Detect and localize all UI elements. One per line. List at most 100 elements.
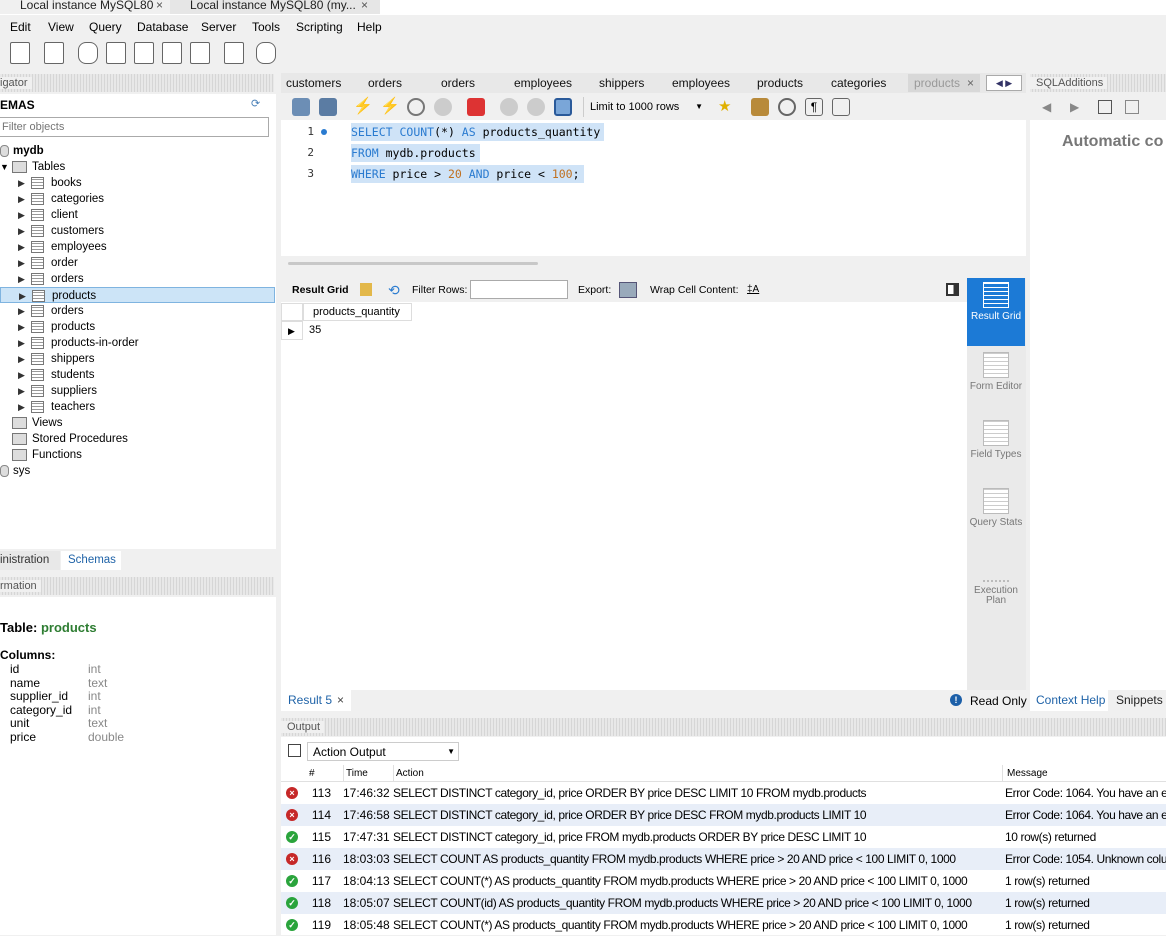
export-icon[interactable]: [619, 282, 637, 298]
functions-folder[interactable]: Functions: [0, 447, 275, 463]
field-types-button[interactable]: Field Types: [967, 420, 1025, 460]
toggle-panel-icon[interactable]: [946, 283, 959, 296]
editor-tab[interactable]: shippers: [599, 74, 644, 92]
close-icon[interactable]: ×: [967, 74, 974, 92]
close-icon[interactable]: ×: [337, 690, 344, 711]
output-row[interactable]: × 116 18:03:03 SELECT COUNT AS products_qua…: [281, 848, 1166, 870]
col-time[interactable]: Time: [343, 765, 368, 782]
views-folder[interactable]: Views: [0, 415, 275, 431]
beautify-icon[interactable]: [751, 98, 769, 116]
form-editor-button[interactable]: Form Editor: [967, 352, 1025, 392]
reconnect-icon[interactable]: [256, 42, 276, 64]
col-message[interactable]: Message: [1002, 765, 1048, 782]
filter-rows-input[interactable]: [470, 280, 568, 299]
menu-edit[interactable]: Edit: [10, 20, 31, 34]
expand-arrow-icon[interactable]: ▶: [18, 367, 25, 383]
column-header-products-quantity[interactable]: products_quantity: [303, 303, 412, 321]
expand-arrow-icon[interactable]: ▶: [18, 399, 25, 415]
create-procedure-icon[interactable]: [162, 42, 182, 64]
open-file-icon[interactable]: [292, 98, 310, 116]
table-item[interactable]: ▶ client: [0, 207, 275, 223]
horizontal-scrollbar[interactable]: [288, 262, 538, 265]
editor-tab[interactable]: products: [757, 74, 803, 92]
table-item[interactable]: ▶ employees: [0, 239, 275, 255]
result-grid-button[interactable]: Result Grid: [967, 278, 1025, 346]
stored-procedures-folder[interactable]: Stored Procedures: [0, 431, 275, 447]
query-stats-button[interactable]: Query Stats: [967, 488, 1025, 528]
table-item[interactable]: ▶ teachers: [0, 399, 275, 415]
output-type-select[interactable]: Action Output ▼: [307, 742, 459, 761]
expand-arrow-icon[interactable]: ▶: [18, 207, 25, 223]
table-item[interactable]: ▶ products: [0, 287, 275, 303]
menu-scripting[interactable]: Scripting: [296, 20, 343, 34]
editor-tab[interactable]: products ×: [908, 74, 980, 92]
tab-context-help[interactable]: Context Help: [1030, 690, 1108, 711]
execution-plan-button[interactable]: Execution Plan: [967, 556, 1025, 606]
editor-tab[interactable]: categories: [831, 74, 886, 92]
expand-arrow-icon[interactable]: ▼: [0, 159, 9, 175]
bookmark-icon[interactable]: ★: [718, 98, 736, 116]
execute-icon[interactable]: ⚡: [353, 98, 373, 116]
output-row[interactable]: × 114 17:46:58 SELECT DISTINCT category_id,…: [281, 804, 1166, 826]
expand-arrow-icon[interactable]: ▶: [18, 351, 25, 367]
back-icon[interactable]: ◀: [1042, 94, 1051, 120]
table-item[interactable]: ▶ order: [0, 255, 275, 271]
menu-server[interactable]: Server: [201, 20, 236, 34]
tab-schemas[interactable]: Schemas: [61, 551, 121, 570]
expand-arrow-icon[interactable]: ▶: [18, 319, 25, 335]
table-item[interactable]: ▶ suppliers: [0, 383, 275, 399]
open-sql-script-icon[interactable]: [10, 42, 30, 64]
expand-arrow-icon[interactable]: ▶: [19, 288, 26, 304]
col-action[interactable]: Action: [393, 765, 424, 782]
execute-current-icon[interactable]: ⚡: [380, 98, 400, 116]
tables-folder[interactable]: ▼ Tables: [0, 159, 275, 175]
table-item[interactable]: ▶ orders: [0, 303, 275, 319]
search-table-data-icon[interactable]: [224, 42, 244, 64]
output-row[interactable]: ✓ 117 18:04:13 SELECT COUNT(*) AS products_…: [281, 870, 1166, 892]
sql-line[interactable]: FROM mydb.products: [351, 144, 480, 162]
forward-icon[interactable]: ▶: [1070, 94, 1079, 120]
editor-tab[interactable]: employees: [514, 74, 572, 92]
window-tab-2[interactable]: Local instance MySQL80 (my... ×: [170, 0, 380, 14]
grid-cell[interactable]: 35: [303, 321, 412, 340]
auto-help-icon[interactable]: [1125, 100, 1139, 114]
tab-snippets[interactable]: Snippets: [1116, 690, 1163, 711]
editor-tab[interactable]: employees: [672, 74, 730, 92]
tab-result-5[interactable]: Result 5 ×: [281, 690, 351, 711]
editor-tab[interactable]: orders: [368, 74, 402, 92]
editor-tab[interactable]: customers: [286, 74, 341, 92]
close-icon[interactable]: ×: [156, 0, 163, 11]
create-function-icon[interactable]: [190, 42, 210, 64]
toggle-error-icon[interactable]: [467, 98, 485, 116]
find-icon[interactable]: [778, 98, 796, 116]
limit-rows-select[interactable]: Limit to 1000 rows ▼: [583, 97, 707, 117]
schema-mydb[interactable]: mydb: [0, 143, 275, 159]
menu-database[interactable]: Database: [137, 20, 188, 34]
expand-arrow-icon[interactable]: ▶: [18, 335, 25, 351]
expand-arrow-icon[interactable]: ▶: [18, 303, 25, 319]
schema-sys[interactable]: sys: [0, 463, 275, 479]
table-item[interactable]: ▶ orders: [0, 271, 275, 287]
table-item[interactable]: ▶ customers: [0, 223, 275, 239]
expand-arrow-icon[interactable]: ▶: [18, 383, 25, 399]
expand-arrow-icon[interactable]: ▶: [18, 255, 25, 271]
sql-line[interactable]: WHERE price > 20 AND price < 100;: [351, 165, 584, 183]
expand-arrow-icon[interactable]: ▶: [18, 239, 25, 255]
filter-objects-input[interactable]: [0, 117, 269, 137]
menu-query[interactable]: Query: [89, 20, 122, 34]
table-item[interactable]: ▶ shippers: [0, 351, 275, 367]
expand-arrow-icon[interactable]: ▶: [18, 223, 25, 239]
create-table-icon[interactable]: [106, 42, 126, 64]
context-help-icon[interactable]: [1098, 100, 1112, 114]
col-number[interactable]: #: [309, 765, 315, 782]
output-row[interactable]: ✓ 118 18:05:07 SELECT COUNT(id) AS products…: [281, 892, 1166, 914]
inspector-icon[interactable]: [44, 42, 64, 64]
menu-view[interactable]: View: [48, 20, 74, 34]
wrap-lines-icon[interactable]: [832, 98, 850, 116]
tab-scroll-arrows[interactable]: ◀ ▶: [986, 75, 1022, 91]
invisible-chars-icon[interactable]: ¶: [805, 98, 823, 116]
expand-arrow-icon[interactable]: ▶: [18, 191, 25, 207]
refresh-icon[interactable]: ⟲: [388, 278, 400, 302]
close-icon[interactable]: ×: [361, 0, 368, 11]
copy-icon[interactable]: [288, 744, 301, 757]
